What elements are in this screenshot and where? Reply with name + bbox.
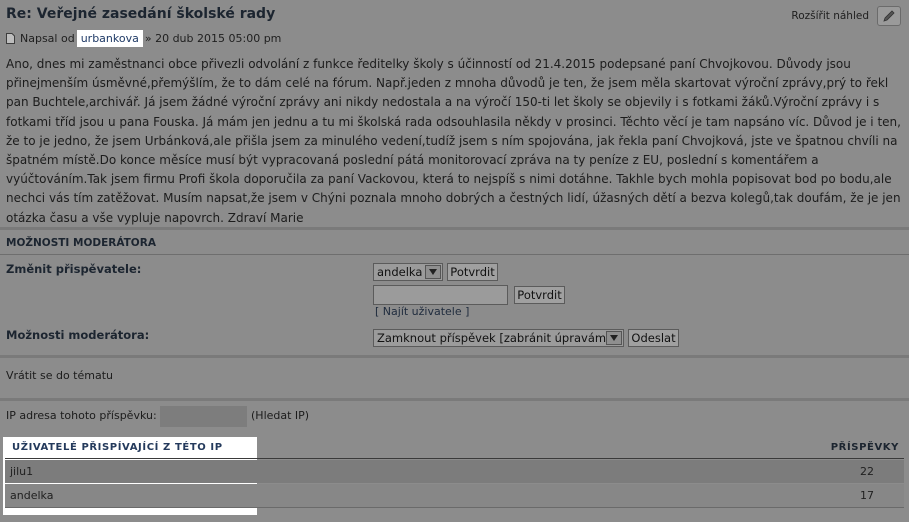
post-count: 22 — [860, 465, 874, 478]
expand-view-link[interactable]: Rozšířit náhled — [791, 10, 869, 22]
expand-view: Rozšířit náhled — [791, 6, 901, 26]
username-input[interactable] — [373, 285, 508, 305]
moderator-options-value: Zamknout příspěvek [zabránit úpravám] — [377, 331, 611, 345]
table-bottom-line — [5, 507, 904, 508]
confirm-username-button[interactable]: Potvrdit — [514, 286, 565, 304]
moderator-options-label: Možnosti moderátora: — [6, 328, 150, 342]
users-column-header: UŽIVATELÉ PŘISPÍVAJÍCÍ Z TÉTO IP — [12, 442, 223, 453]
table-row: andelka 17 — [5, 484, 904, 507]
divider — [0, 254, 909, 255]
ip-lookup-link[interactable]: (Hledat IP) — [251, 409, 309, 422]
confirm-poster-button[interactable]: Potvrdit — [447, 263, 498, 281]
pencil-icon — [883, 10, 895, 22]
poster-select-value: andelka — [377, 265, 423, 279]
ip-label: IP adresa tohoto příspěvku: — [6, 409, 157, 422]
meta-date: » 20 dub 2015 05:00 pm — [144, 31, 282, 45]
post-meta: Napsal od urbankova » 20 dub 2015 05:00 … — [6, 29, 281, 47]
posts-column-header: PŘÍSPĚVKY — [830, 442, 899, 453]
meta-prefix: Napsal od — [20, 31, 75, 45]
edit-button[interactable] — [877, 6, 901, 26]
document-icon — [6, 32, 15, 44]
ip-address-redacted — [160, 406, 247, 427]
send-button[interactable]: Odeslat — [628, 329, 679, 347]
moderator-heading: MOŽNOSTI MODERÁTORA — [6, 237, 156, 249]
poster-select[interactable]: andelka — [373, 263, 443, 281]
table-row: jilu1 22 — [5, 460, 904, 483]
post-body: Ano, dnes mi zaměstnanci obce přivezli o… — [6, 57, 901, 225]
user-link[interactable]: andelka — [10, 489, 53, 502]
separator — [0, 355, 909, 358]
change-poster-label: Změnit přispěvatele: — [6, 262, 142, 276]
separator — [0, 227, 909, 230]
find-user-link[interactable]: [ Najít uživatele ] — [375, 305, 469, 318]
chevron-down-icon — [606, 331, 622, 345]
user-link[interactable]: jilu1 — [10, 465, 33, 478]
moderator-options-select[interactable]: Zamknout příspěvek [zabránit úpravám] — [373, 329, 624, 347]
author-link[interactable]: urbankova — [76, 29, 143, 47]
post-title: Re: Veřejné zasedání školské rady — [6, 6, 276, 22]
chevron-down-icon — [425, 265, 441, 279]
table-header-line — [5, 458, 904, 459]
post-count: 17 — [860, 489, 874, 502]
back-to-topic-link[interactable]: Vrátit se do tématu — [6, 369, 113, 382]
separator — [0, 398, 909, 401]
